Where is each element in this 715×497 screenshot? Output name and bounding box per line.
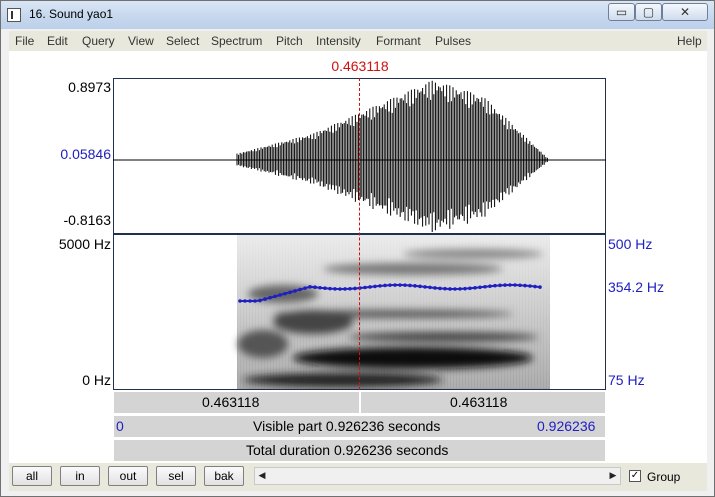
zoom-all-button[interactable]: all — [12, 466, 52, 486]
menu-pitch[interactable]: Pitch — [276, 34, 303, 48]
zoom-in-button[interactable]: in — [60, 466, 100, 486]
waveform-y-max: 0.8973 — [68, 79, 111, 95]
window-title: 16. Sound yao1 — [29, 7, 114, 21]
zoom-back-button[interactable]: bak — [204, 466, 244, 486]
pitch-current-label: 354.2 Hz — [608, 279, 665, 295]
pitch-max-label: 500 Hz — [608, 236, 653, 252]
spectrogram-freq-max: 5000 Hz — [58, 236, 111, 252]
waveform-y-cursor: 0.05846 — [60, 146, 111, 162]
menu-spectrum[interactable]: Spectrum — [211, 34, 262, 48]
menu-help[interactable]: Help — [677, 34, 702, 48]
praat-sound-window: 16. Sound yao1 ▭ ▢ ✕ File Edit Query Vie… — [0, 0, 715, 497]
scroll-left-icon[interactable]: ◀ — [255, 468, 269, 484]
menu-select[interactable]: Select — [166, 34, 199, 48]
left-segment-time: 0.463118 — [202, 394, 260, 410]
right-segment-time: 0.463118 — [450, 394, 508, 410]
total-duration-label: Total duration 0.926236 seconds — [246, 442, 449, 458]
cursor-line — [359, 78, 360, 390]
menu-bar: File Edit Query View Select Spectrum Pit… — [9, 31, 707, 51]
total-duration-bar[interactable]: Total duration 0.926236 seconds — [113, 439, 606, 462]
menu-file[interactable]: File — [15, 34, 34, 48]
selection-left-bar[interactable]: 0.463118 — [113, 391, 360, 414]
menu-formant[interactable]: Formant — [376, 34, 421, 48]
pitch-min-label: 75 Hz — [608, 372, 645, 388]
group-label: Group — [647, 470, 681, 484]
close-button[interactable]: ✕ — [662, 3, 708, 21]
cursor-time-label: 0.463118 — [331, 58, 389, 74]
menu-pulses[interactable]: Pulses — [435, 34, 471, 48]
minimize-button[interactable]: ▭ — [608, 3, 635, 21]
menu-intensity[interactable]: Intensity — [316, 34, 361, 48]
zoom-out-button[interactable]: out — [108, 466, 148, 486]
horizontal-scrollbar[interactable]: ◀ ▶ — [254, 467, 621, 485]
visible-start: 0 — [116, 418, 124, 434]
maximize-button[interactable]: ▢ — [635, 3, 662, 21]
title-bar: 16. Sound yao1 ▭ ▢ ✕ — [1, 1, 714, 29]
menu-edit[interactable]: Edit — [47, 34, 68, 48]
app-icon — [7, 8, 21, 22]
zoom-sel-button[interactable]: sel — [156, 466, 196, 486]
visible-part-bar[interactable]: 0 Visible part 0.926236 seconds 0.926236 — [113, 415, 606, 438]
visible-end: 0.926236 — [537, 418, 596, 434]
group-checkbox[interactable]: ✓ — [629, 470, 641, 482]
menu-view[interactable]: View — [128, 34, 154, 48]
scroll-right-icon[interactable]: ▶ — [606, 468, 620, 484]
selection-right-bar[interactable]: 0.463118 — [360, 391, 606, 414]
waveform-y-min: -0.8163 — [63, 212, 111, 228]
visible-part-label: Visible part 0.926236 seconds — [253, 418, 441, 434]
spectrogram-freq-min: 0 Hz — [82, 372, 111, 388]
menu-query[interactable]: Query — [82, 34, 115, 48]
spectrogram-image — [237, 235, 550, 389]
